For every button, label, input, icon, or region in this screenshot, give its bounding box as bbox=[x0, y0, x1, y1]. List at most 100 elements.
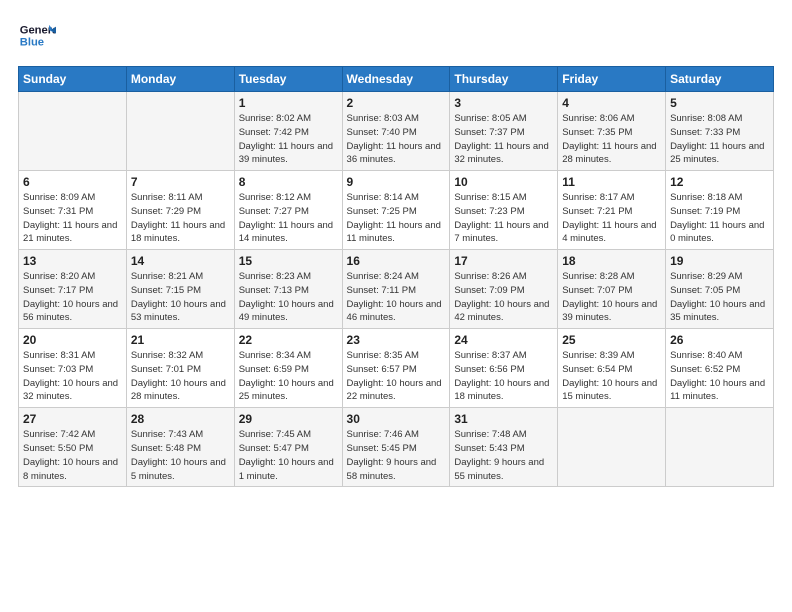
day-number: 22 bbox=[239, 333, 338, 347]
day-number: 15 bbox=[239, 254, 338, 268]
day-number: 21 bbox=[131, 333, 230, 347]
week-row-1: 1 Sunrise: 8:02 AM Sunset: 7:42 PM Daylig… bbox=[19, 92, 774, 171]
day-info: Sunrise: 8:23 AM Sunset: 7:13 PM Dayligh… bbox=[239, 270, 338, 325]
day-info: Sunrise: 7:46 AM Sunset: 5:45 PM Dayligh… bbox=[347, 428, 446, 483]
calendar-cell: 18 Sunrise: 8:28 AM Sunset: 7:07 PM Dayli… bbox=[558, 250, 666, 329]
day-info: Sunrise: 8:06 AM Sunset: 7:35 PM Dayligh… bbox=[562, 112, 661, 167]
week-row-5: 27Sunrise: 7:42 AM Sunset: 5:50 PM Dayli… bbox=[19, 408, 774, 487]
weekday-header-thursday: Thursday bbox=[450, 67, 558, 92]
calendar-cell: 25Sunrise: 8:39 AM Sunset: 6:54 PM Dayli… bbox=[558, 329, 666, 408]
day-info: Sunrise: 8:15 AM Sunset: 7:23 PM Dayligh… bbox=[454, 191, 553, 246]
day-info: Sunrise: 8:14 AM Sunset: 7:25 PM Dayligh… bbox=[347, 191, 446, 246]
day-info: Sunrise: 8:35 AM Sunset: 6:57 PM Dayligh… bbox=[347, 349, 446, 404]
week-row-4: 20 Sunrise: 8:31 AM Sunset: 7:03 PM Dayli… bbox=[19, 329, 774, 408]
calendar-cell bbox=[19, 92, 127, 171]
day-info: Sunrise: 8:03 AM Sunset: 7:40 PM Dayligh… bbox=[347, 112, 446, 167]
day-number: 2 bbox=[347, 96, 446, 110]
calendar-cell: 4 Sunrise: 8:06 AM Sunset: 7:35 PM Daylig… bbox=[558, 92, 666, 171]
calendar-cell: 7 Sunrise: 8:11 AM Sunset: 7:29 PM Daylig… bbox=[126, 171, 234, 250]
day-info: Sunrise: 8:17 AM Sunset: 7:21 PM Dayligh… bbox=[562, 191, 661, 246]
day-number: 18 bbox=[562, 254, 661, 268]
header: General Blue bbox=[18, 18, 774, 56]
day-number: 6 bbox=[23, 175, 122, 189]
day-info: Sunrise: 8:05 AM Sunset: 7:37 PM Dayligh… bbox=[454, 112, 553, 167]
day-number: 3 bbox=[454, 96, 553, 110]
day-info: Sunrise: 8:28 AM Sunset: 7:07 PM Dayligh… bbox=[562, 270, 661, 325]
calendar-cell: 27Sunrise: 7:42 AM Sunset: 5:50 PM Dayli… bbox=[19, 408, 127, 487]
day-info: Sunrise: 8:37 AM Sunset: 6:56 PM Dayligh… bbox=[454, 349, 553, 404]
day-info: Sunrise: 7:48 AM Sunset: 5:43 PM Dayligh… bbox=[454, 428, 553, 483]
calendar-cell: 12Sunrise: 8:18 AM Sunset: 7:19 PM Dayli… bbox=[666, 171, 774, 250]
day-number: 14 bbox=[131, 254, 230, 268]
day-info: Sunrise: 8:26 AM Sunset: 7:09 PM Dayligh… bbox=[454, 270, 553, 325]
calendar-cell bbox=[126, 92, 234, 171]
svg-text:Blue: Blue bbox=[20, 37, 44, 49]
logo: General Blue bbox=[18, 18, 56, 56]
calendar-cell: 19Sunrise: 8:29 AM Sunset: 7:05 PM Dayli… bbox=[666, 250, 774, 329]
calendar-cell: 2 Sunrise: 8:03 AM Sunset: 7:40 PM Daylig… bbox=[342, 92, 450, 171]
calendar-cell: 29Sunrise: 7:45 AM Sunset: 5:47 PM Dayli… bbox=[234, 408, 342, 487]
day-number: 11 bbox=[562, 175, 661, 189]
calendar-cell: 1 Sunrise: 8:02 AM Sunset: 7:42 PM Daylig… bbox=[234, 92, 342, 171]
day-number: 13 bbox=[23, 254, 122, 268]
calendar-cell: 16 Sunrise: 8:24 AM Sunset: 7:11 PM Dayli… bbox=[342, 250, 450, 329]
weekday-header-tuesday: Tuesday bbox=[234, 67, 342, 92]
day-number: 24 bbox=[454, 333, 553, 347]
day-number: 23 bbox=[347, 333, 446, 347]
calendar-cell: 21 Sunrise: 8:32 AM Sunset: 7:01 PM Dayli… bbox=[126, 329, 234, 408]
day-info: Sunrise: 8:12 AM Sunset: 7:27 PM Dayligh… bbox=[239, 191, 338, 246]
day-number: 9 bbox=[347, 175, 446, 189]
day-number: 27 bbox=[23, 412, 122, 426]
day-info: Sunrise: 8:32 AM Sunset: 7:01 PM Dayligh… bbox=[131, 349, 230, 404]
weekday-header-friday: Friday bbox=[558, 67, 666, 92]
day-info: Sunrise: 7:45 AM Sunset: 5:47 PM Dayligh… bbox=[239, 428, 338, 483]
calendar-cell: 6 Sunrise: 8:09 AM Sunset: 7:31 PM Daylig… bbox=[19, 171, 127, 250]
day-number: 7 bbox=[131, 175, 230, 189]
calendar-cell: 20 Sunrise: 8:31 AM Sunset: 7:03 PM Dayli… bbox=[19, 329, 127, 408]
calendar-cell: 11 Sunrise: 8:17 AM Sunset: 7:21 PM Dayli… bbox=[558, 171, 666, 250]
day-number: 4 bbox=[562, 96, 661, 110]
day-info: Sunrise: 8:02 AM Sunset: 7:42 PM Dayligh… bbox=[239, 112, 338, 167]
logo-icon: General Blue bbox=[18, 18, 56, 56]
day-number: 26 bbox=[670, 333, 769, 347]
day-number: 10 bbox=[454, 175, 553, 189]
weekday-header-monday: Monday bbox=[126, 67, 234, 92]
day-number: 19 bbox=[670, 254, 769, 268]
weekday-header-wednesday: Wednesday bbox=[342, 67, 450, 92]
calendar-table: SundayMondayTuesdayWednesdayThursdayFrid… bbox=[18, 66, 774, 487]
day-info: Sunrise: 8:11 AM Sunset: 7:29 PM Dayligh… bbox=[131, 191, 230, 246]
day-info: Sunrise: 8:31 AM Sunset: 7:03 PM Dayligh… bbox=[23, 349, 122, 404]
week-row-2: 6 Sunrise: 8:09 AM Sunset: 7:31 PM Daylig… bbox=[19, 171, 774, 250]
calendar-cell: 23 Sunrise: 8:35 AM Sunset: 6:57 PM Dayli… bbox=[342, 329, 450, 408]
day-number: 25 bbox=[562, 333, 661, 347]
calendar-cell: 31Sunrise: 7:48 AM Sunset: 5:43 PM Dayli… bbox=[450, 408, 558, 487]
calendar-cell bbox=[666, 408, 774, 487]
day-number: 1 bbox=[239, 96, 338, 110]
day-info: Sunrise: 8:21 AM Sunset: 7:15 PM Dayligh… bbox=[131, 270, 230, 325]
day-info: Sunrise: 8:24 AM Sunset: 7:11 PM Dayligh… bbox=[347, 270, 446, 325]
day-info: Sunrise: 8:09 AM Sunset: 7:31 PM Dayligh… bbox=[23, 191, 122, 246]
weekday-header-row: SundayMondayTuesdayWednesdayThursdayFrid… bbox=[19, 67, 774, 92]
calendar-cell: 8 Sunrise: 8:12 AM Sunset: 7:27 PM Daylig… bbox=[234, 171, 342, 250]
calendar-cell: 3 Sunrise: 8:05 AM Sunset: 7:37 PM Daylig… bbox=[450, 92, 558, 171]
day-number: 8 bbox=[239, 175, 338, 189]
calendar-cell bbox=[558, 408, 666, 487]
calendar-cell: 30Sunrise: 7:46 AM Sunset: 5:45 PM Dayli… bbox=[342, 408, 450, 487]
day-number: 16 bbox=[347, 254, 446, 268]
calendar-cell: 10 Sunrise: 8:15 AM Sunset: 7:23 PM Dayli… bbox=[450, 171, 558, 250]
day-info: Sunrise: 8:34 AM Sunset: 6:59 PM Dayligh… bbox=[239, 349, 338, 404]
weekday-header-saturday: Saturday bbox=[666, 67, 774, 92]
day-info: Sunrise: 8:18 AM Sunset: 7:19 PM Dayligh… bbox=[670, 191, 769, 246]
calendar-cell: 28Sunrise: 7:43 AM Sunset: 5:48 PM Dayli… bbox=[126, 408, 234, 487]
calendar-cell: 14 Sunrise: 8:21 AM Sunset: 7:15 PM Dayli… bbox=[126, 250, 234, 329]
day-number: 28 bbox=[131, 412, 230, 426]
calendar-cell: 26Sunrise: 8:40 AM Sunset: 6:52 PM Dayli… bbox=[666, 329, 774, 408]
calendar-cell: 17 Sunrise: 8:26 AM Sunset: 7:09 PM Dayli… bbox=[450, 250, 558, 329]
day-number: 20 bbox=[23, 333, 122, 347]
calendar-cell: 13 Sunrise: 8:20 AM Sunset: 7:17 PM Dayli… bbox=[19, 250, 127, 329]
day-info: Sunrise: 8:20 AM Sunset: 7:17 PM Dayligh… bbox=[23, 270, 122, 325]
day-info: Sunrise: 8:08 AM Sunset: 7:33 PM Dayligh… bbox=[670, 112, 769, 167]
calendar-cell: 9 Sunrise: 8:14 AM Sunset: 7:25 PM Daylig… bbox=[342, 171, 450, 250]
day-number: 5 bbox=[670, 96, 769, 110]
day-number: 17 bbox=[454, 254, 553, 268]
